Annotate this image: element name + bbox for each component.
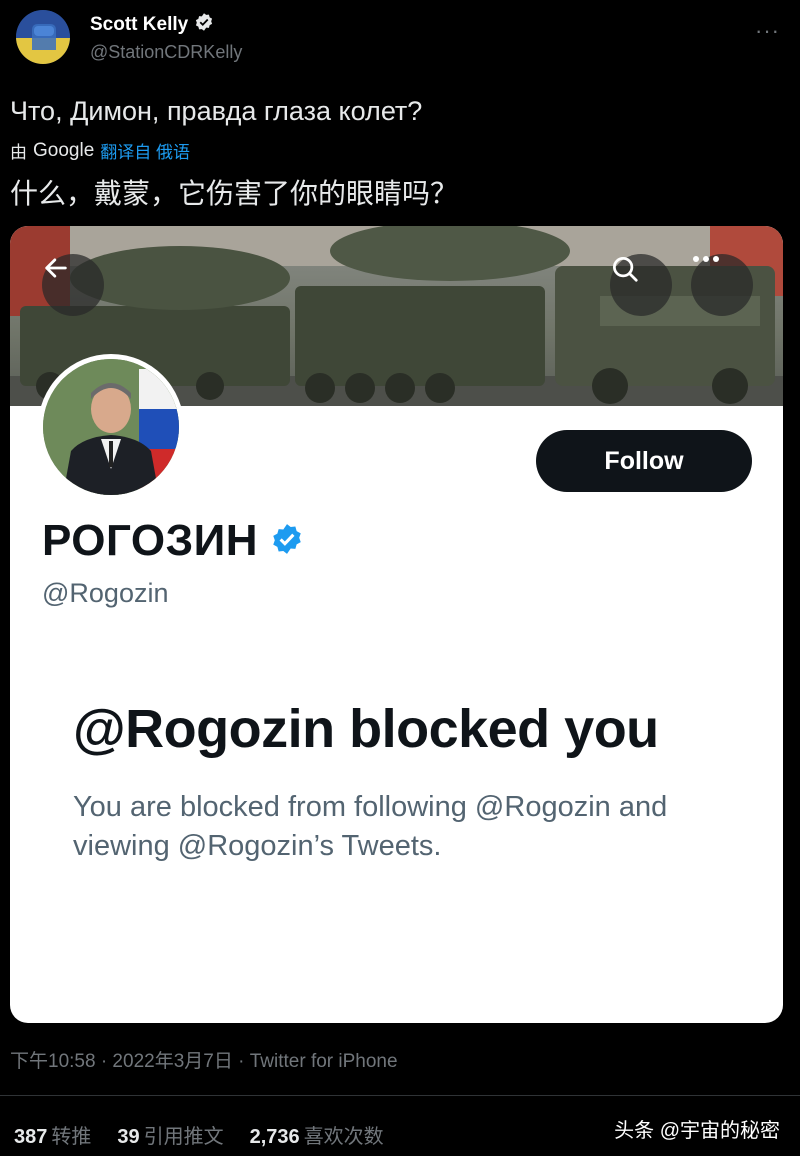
translate-source-link[interactable]: 翻译自 俄语 [100,138,190,163]
ellipsis-icon[interactable]: ··· [755,18,780,44]
search-icon[interactable] [610,254,672,316]
translated-text: 什么，戴蒙，它伤害了你的眼睛吗？ [10,178,459,209]
author-handle[interactable]: @StationCDRKelly [90,42,242,63]
translation-note: 由 Google 翻译自 俄语 [10,138,190,163]
translate-by-label: 由 [10,143,27,162]
profile-handle: @Rogozin [42,578,169,608]
verified-badge-icon [270,522,304,561]
divider [0,1095,800,1096]
engagement-stats: 387 转推 39 引用推文 2,736 喜欢次数 [14,1120,384,1149]
quotes-stat[interactable]: 39 引用推文 [117,1120,223,1149]
tweet-header: Scott Kelly @StationCDRKelly ··· [0,0,800,80]
profile-name: РОГОЗИН [42,516,259,565]
retweets-label: 转推 [51,1126,92,1148]
verified-badge-icon [194,12,214,37]
back-arrow-icon[interactable] [42,254,104,316]
watermark: 头条 @宇宙的秘密 [614,1120,780,1142]
more-options-icon[interactable] [691,254,753,316]
follow-button[interactable]: Follow [536,430,752,492]
retweets-stat[interactable]: 387 转推 [14,1120,91,1149]
likes-label: 喜欢次数 [303,1126,384,1148]
quotes-label: 引用推文 [143,1126,224,1148]
embedded-image-card[interactable]: Follow РОГОЗИН @Rogozin @Rogozin blocked… [10,226,783,1023]
blocked-description: You are blocked from following @Rogozin … [73,791,668,862]
likes-count: 2,736 [249,1126,300,1148]
blocked-title: @Rogozin blocked you [73,699,659,759]
likes-stat[interactable]: 2,736 喜欢次数 [250,1120,384,1149]
tweet-text: Что, Димон, правда глаза колет? [10,96,423,126]
retweets-count: 387 [14,1126,48,1148]
author-name[interactable]: Scott Kelly [90,14,188,36]
author-avatar[interactable] [16,10,70,64]
tweet-timestamp[interactable]: 下午10:58 · 2022年3月7日 · Twitter for iPhone [10,1046,398,1073]
google-label: Google [33,139,95,161]
profile-avatar[interactable] [38,354,184,500]
quotes-count: 39 [117,1126,140,1148]
